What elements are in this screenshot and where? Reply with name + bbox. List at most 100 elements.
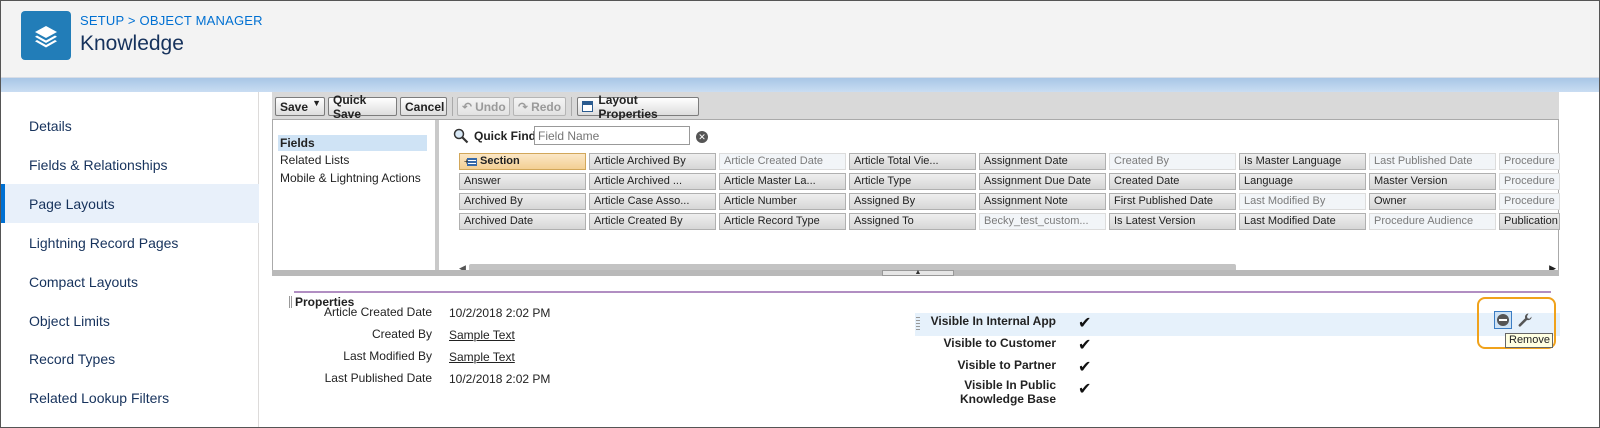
drag-handle-icon[interactable] [289, 296, 292, 308]
palette-field-publication[interactable]: Publication [1499, 213, 1560, 230]
palette-field-article-case-asso[interactable]: Article Case Asso... [589, 193, 716, 210]
layout-editor: Save ▼ Quick Save Cancel ↶ Undo ↷ Redo L… [265, 92, 1580, 427]
redo-button[interactable]: ↷ Redo [513, 97, 566, 116]
checkmark-icon: ✔ [1078, 315, 1092, 332]
sidebar-item-label: Record Types [29, 350, 116, 367]
palette-field-last-modified-by[interactable]: Last Modified By [1239, 193, 1366, 210]
sidebar: Details Fields & Relationships Page Layo… [1, 92, 259, 427]
palette-field-article-type[interactable]: Article Type [849, 173, 976, 190]
palette-field-label: Assigned To [854, 215, 914, 227]
toolbar-divider [452, 97, 453, 116]
palette-field-created-date[interactable]: Created Date [1109, 173, 1236, 190]
palette-field-language[interactable]: Language [1239, 173, 1366, 190]
palette-field-article-number[interactable]: Article Number [719, 193, 846, 210]
palette-field-assignment-due-date[interactable]: Assignment Due Date [979, 173, 1106, 190]
palette-field-label: Section [480, 155, 520, 167]
checkmark-icon: ✔ [1078, 381, 1092, 398]
layout-properties-icon [582, 101, 594, 112]
palette-field-master-version[interactable]: Master Version [1369, 173, 1496, 190]
chevron-down-icon[interactable]: ▼ [312, 98, 321, 108]
palette-category-fields[interactable]: Fields [278, 135, 427, 151]
sidebar-item-compact-layouts[interactable]: Compact Layouts [1, 262, 259, 301]
toolbar-divider [571, 97, 572, 116]
palette-field-created-by[interactable]: Created By [1109, 153, 1236, 170]
palette-field-assigned-to[interactable]: Assigned To [849, 213, 976, 230]
palette-field-first-published-date[interactable]: First Published Date [1109, 193, 1236, 210]
palette-category-mobile-actions[interactable]: Mobile & Lightning Actions [278, 170, 427, 186]
sidebar-item-label: Page Layouts [29, 195, 115, 212]
sidebar-item-page-layouts[interactable]: Page Layouts [1, 184, 259, 223]
palette-field-label: Article Number [724, 195, 797, 207]
palette-field-becky-test-custom[interactable]: Becky_test_custom... [979, 213, 1106, 230]
palette-field-label: Procedure Audience [1374, 215, 1474, 227]
palette-field-assigned-by[interactable]: Assigned By [849, 193, 976, 210]
palette-field-label: Created By [1114, 155, 1170, 167]
sidebar-item-object-limits[interactable]: Object Limits [1, 301, 259, 340]
page-scrollbar[interactable] [1580, 92, 1599, 427]
palette-field-archived-by[interactable]: Archived By [459, 193, 586, 210]
sidebar-item-fields-relationships[interactable]: Fields & Relationships [1, 145, 259, 184]
layers-icon [21, 11, 71, 60]
palette-field-label: Created Date [1114, 175, 1180, 187]
page-header: SETUP > OBJECT MANAGER Knowledge [1, 1, 1599, 78]
palette-field-procedure-audience[interactable]: Procedure Audience [1369, 213, 1496, 230]
palette-field-last-published-date[interactable]: Last Published Date [1369, 153, 1496, 170]
layout-properties-button[interactable]: Layout Properties [577, 93, 699, 121]
editor-toolbar: Save ▼ Quick Save Cancel ↶ Undo ↷ Redo L… [272, 92, 1559, 121]
sidebar-item-details[interactable]: Details [1, 106, 259, 145]
field-label: Visible to Customer [943, 336, 1056, 350]
quick-find-input[interactable] [534, 126, 690, 145]
palette-field-article-record-type[interactable]: Article Record Type [719, 213, 846, 230]
palette-field-article-total-vie[interactable]: Article Total Vie... [849, 153, 976, 170]
layout-properties-label: Layout Properties [598, 92, 658, 121]
sidebar-item-lightning-record-pages[interactable]: Lightning Record Pages [1, 223, 259, 262]
clear-icon[interactable]: ✕ [696, 131, 708, 143]
sidebar-item-record-types[interactable]: Record Types [1, 339, 259, 378]
palette-field-procedure[interactable]: Procedure [1499, 173, 1560, 190]
quick-save-button[interactable]: Quick Save [328, 93, 397, 121]
palette-field-archived-date[interactable]: Archived Date [459, 213, 586, 230]
palette-field-is-master-language[interactable]: Is Master Language [1239, 153, 1366, 170]
palette-field-procedure[interactable]: Procedure [1499, 193, 1560, 210]
field-value: 10/2/2018 2:02 PM [449, 372, 551, 386]
field-value[interactable]: Sample Text [449, 350, 515, 364]
svg-text:+: + [464, 157, 469, 166]
palette-field-label: Master Version [1374, 175, 1448, 187]
palette-categories: Fields Related Lists Mobile & Lightning … [273, 120, 439, 270]
palette-field-article-archived[interactable]: Article Archived ... [589, 173, 716, 190]
field-label: Last Modified By [343, 349, 432, 363]
sidebar-item-label: Compact Layouts [29, 273, 138, 290]
palette-field-label: Assignment Due Date [984, 175, 1091, 187]
palette-field-owner[interactable]: Owner [1369, 193, 1496, 210]
palette-category-related-lists[interactable]: Related Lists [278, 152, 427, 168]
palette-field-label: Becky_test_custom... [984, 215, 1089, 227]
sidebar-item-label: Details [29, 117, 72, 134]
palette-field-label: Article Archived ... [594, 175, 683, 187]
palette-field-procedure[interactable]: Procedure [1499, 153, 1560, 170]
breadcrumb[interactable]: SETUP > OBJECT MANAGER [80, 13, 263, 28]
field-value[interactable]: Sample Text [449, 328, 515, 342]
palette-field-assignment-note[interactable]: Assignment Note [979, 193, 1106, 210]
undo-button[interactable]: ↶ Undo [457, 97, 510, 116]
wrench-icon[interactable] [1517, 312, 1533, 328]
palette-field-article-master-la[interactable]: Article Master La... [719, 173, 846, 190]
save-button[interactable]: Save ▼ [275, 97, 325, 116]
tooltip: Remove [1505, 333, 1553, 348]
palette-field-answer[interactable]: Answer [459, 173, 586, 190]
layout-canvas: Properties Article Created Date 10/2/2018… [272, 276, 1560, 427]
palette-field-label: Article Case Asso... [594, 195, 690, 207]
cancel-button[interactable]: Cancel [400, 97, 447, 116]
palette-field-article-created-date[interactable]: Article Created Date [719, 153, 846, 170]
palette-field-is-latest-version[interactable]: Is Latest Version [1109, 213, 1236, 230]
palette-field-section[interactable]: + Section [459, 153, 586, 170]
palette-field-last-modified-date[interactable]: Last Modified Date [1239, 213, 1366, 230]
sidebar-item-related-lookup-filters[interactable]: Related Lookup Filters [1, 378, 259, 417]
palette-field-label: First Published Date [1114, 195, 1214, 207]
palette-field-label: Publication [1504, 215, 1558, 227]
field-label[interactable]: Visible In Internal App [922, 314, 1056, 328]
remove-icon[interactable] [1494, 311, 1512, 329]
palette-field-article-created-by[interactable]: Article Created By [589, 213, 716, 230]
palette-field-article-archived-by[interactable]: Article Archived By [589, 153, 716, 170]
palette-field-assignment-date[interactable]: Assignment Date [979, 153, 1106, 170]
drag-handle-icon[interactable] [916, 317, 920, 330]
